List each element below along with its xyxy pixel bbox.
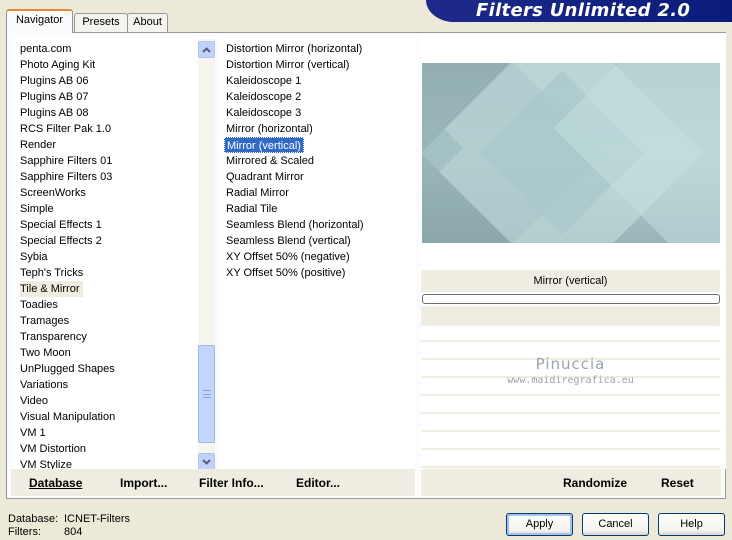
cancel-button[interactable]: Cancel — [582, 513, 649, 536]
list-item[interactable]: Kaleidoscope 2 — [226, 89, 303, 105]
list-item[interactable]: VM 1 — [20, 425, 48, 441]
list-item[interactable]: Variations — [20, 377, 70, 393]
randomize-button[interactable]: Randomize — [563, 476, 627, 490]
param-row — [421, 398, 720, 414]
preview-area: Mirror (vertical) Pinuccia www.maidiregr… — [421, 33, 726, 469]
progress-bar — [422, 294, 720, 304]
database-name: ICNET-Filters — [64, 513, 130, 525]
list-item[interactable]: Render — [20, 137, 58, 153]
list-item[interactable]: VM Stylize — [20, 457, 74, 469]
list-item[interactable]: Kaleidoscope 1 — [226, 73, 303, 89]
list-item[interactable]: XY Offset 50% (positive) — [226, 265, 347, 281]
list-item[interactable]: VM Distortion — [20, 441, 88, 457]
list-item[interactable]: Plugins AB 06 — [20, 73, 91, 89]
watermark-name: Pinuccia — [535, 355, 606, 373]
param-row — [421, 326, 720, 342]
list-item[interactable]: Toadies — [20, 297, 60, 313]
list-item-selected[interactable]: Mirror (vertical) — [224, 137, 304, 153]
arrow-up-icon — [202, 47, 211, 53]
list-item[interactable]: Distortion Mirror (vertical) — [226, 57, 351, 73]
list-item[interactable]: Special Effects 2 — [20, 233, 104, 249]
tab-navigator[interactable]: Navigator — [6, 9, 73, 33]
editor-button[interactable]: Editor... — [296, 476, 340, 490]
category-scrollbar[interactable] — [198, 39, 215, 469]
list-item[interactable]: Video — [20, 393, 50, 409]
list-item[interactable]: Seamless Blend (horizontal) — [226, 217, 366, 233]
preview-toolbar: Randomize Reset — [421, 469, 721, 496]
list-item[interactable]: Seamless Blend (vertical) — [226, 233, 353, 249]
scroll-up-button[interactable] — [198, 41, 215, 58]
list-item[interactable]: Tramages — [20, 313, 71, 329]
arrow-down-icon — [202, 459, 211, 465]
list-item[interactable]: Special Effects 1 — [20, 217, 104, 233]
watermark-url: www.maidiregrafica.eu — [507, 375, 634, 386]
list-item[interactable]: XY Offset 50% (negative) — [226, 249, 352, 265]
database-button[interactable]: Database — [29, 476, 82, 490]
list-item[interactable]: RCS Filter Pak 1.0 — [20, 121, 113, 137]
filter-list[interactable]: Distortion Mirror (horizontal) Distortio… — [219, 37, 415, 469]
list-item[interactable]: Mirror (horizontal) — [226, 121, 315, 137]
filter-count: 804 — [64, 526, 83, 538]
list-item[interactable]: Sapphire Filters 01 — [20, 153, 114, 169]
import-button[interactable]: Import... — [120, 476, 167, 490]
navigator-panel: penta.com Photo Aging Kit Plugins AB 06 … — [6, 32, 726, 499]
tab-about[interactable]: About — [127, 13, 168, 32]
list-item[interactable]: Photo Aging Kit — [20, 57, 97, 73]
app-banner: Filters Unlimited 2.0 — [426, 0, 732, 22]
grip-icon — [203, 390, 211, 398]
list-item[interactable]: Kaleidoscope 3 — [226, 105, 303, 121]
list-item[interactable]: Quadrant Mirror — [226, 169, 306, 185]
list-item[interactable]: Radial Tile — [226, 201, 279, 217]
scroll-down-button[interactable] — [198, 453, 215, 469]
list-item[interactable]: Plugins AB 07 — [20, 89, 91, 105]
list-item[interactable]: Plugins AB 08 — [20, 105, 91, 121]
list-item[interactable]: Sybia — [20, 249, 50, 265]
list-item[interactable]: Sapphire Filters 03 — [20, 169, 114, 185]
list-item[interactable]: Visual Manipulation — [20, 409, 117, 425]
reset-button[interactable]: Reset — [661, 476, 694, 490]
list-item[interactable]: penta.com — [20, 41, 73, 57]
list-item[interactable]: UnPlugged Shapes — [20, 361, 117, 377]
list-item[interactable]: Two Moon — [20, 345, 73, 361]
current-filter-label: Mirror (vertical) — [421, 270, 720, 292]
preview-image — [422, 63, 720, 243]
list-item[interactable]: Mirrored & Scaled — [226, 153, 316, 169]
list-item[interactable]: Simple — [20, 201, 56, 217]
list-item[interactable]: Radial Mirror — [226, 185, 291, 201]
param-row — [421, 452, 720, 468]
list-item[interactable]: Distortion Mirror (horizontal) — [226, 41, 364, 57]
apply-button[interactable]: Apply — [506, 513, 573, 536]
list-item[interactable]: ScreenWorks — [20, 185, 88, 201]
category-list[interactable]: penta.com Photo Aging Kit Plugins AB 06 … — [13, 37, 215, 469]
param-row — [421, 416, 720, 432]
scroll-thumb[interactable] — [198, 345, 215, 443]
tab-presets[interactable]: Presets — [74, 13, 128, 32]
param-row — [421, 434, 720, 450]
list-item[interactable]: Transparency — [20, 329, 89, 345]
list-item[interactable]: Teph's Tricks — [20, 265, 85, 281]
status-info: Database: ICNET-Filters Filters: 804 — [8, 513, 130, 538]
list-item-selected[interactable]: Tile & Mirror — [20, 281, 84, 297]
help-button[interactable]: Help — [658, 513, 725, 536]
filter-info-button[interactable]: Filter Info... — [199, 476, 264, 490]
navigator-toolbar: Database Import... Filter Info... Editor… — [11, 469, 415, 496]
